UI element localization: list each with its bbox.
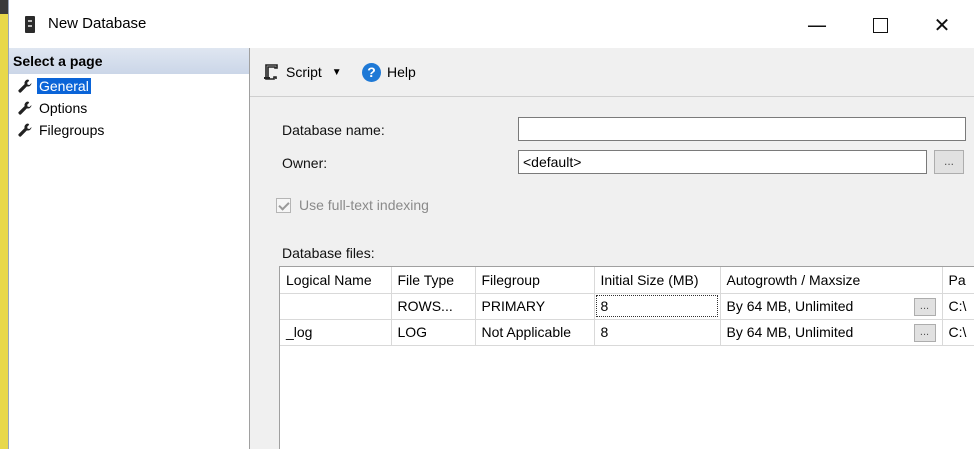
fulltext-indexing-option: Use full-text indexing <box>276 197 429 213</box>
autogrowth-cell[interactable]: By 64 MB, Unlimited... <box>720 293 943 320</box>
close-button[interactable]: ✕ <box>914 8 970 42</box>
initial-size-cell[interactable]: 8 <box>594 319 721 346</box>
help-button[interactable]: ? Help <box>362 60 416 84</box>
select-page-header: Select a page <box>9 48 249 74</box>
script-icon <box>264 64 278 80</box>
column-header-path[interactable]: Pa <box>942 267 974 294</box>
logical-name-cell[interactable] <box>280 293 392 320</box>
window-title: New Database <box>48 15 147 32</box>
select-page-pane: Select a page General Options Filegroups <box>9 48 250 449</box>
database-files-grid: Logical Name File Type Filegroup Initial… <box>279 266 974 449</box>
column-header-initial-size[interactable]: Initial Size (MB) <box>594 267 721 294</box>
fulltext-checkbox[interactable] <box>276 197 291 213</box>
database-files-table: Logical Name File Type Filegroup Initial… <box>280 267 974 346</box>
table-row[interactable]: _log LOG Not Applicable 8 By 64 MB, Unli… <box>280 319 974 346</box>
page-item-label: General <box>37 78 91 94</box>
wrench-icon <box>18 79 32 93</box>
column-header-logical-name[interactable]: Logical Name <box>280 267 392 294</box>
autogrowth-value: By 64 MB, Unlimited <box>726 324 854 340</box>
background-window-strip <box>0 0 8 449</box>
page-item-filegroups[interactable]: Filegroups <box>17 120 106 140</box>
maximize-button[interactable] <box>852 8 908 42</box>
new-database-dialog: New Database — ✕ Select a page General O… <box>8 0 974 449</box>
database-name-label: Database name: <box>282 122 385 138</box>
filegroup-cell[interactable]: Not Applicable <box>475 319 595 346</box>
owner-label: Owner: <box>282 155 328 171</box>
wrench-icon <box>18 101 32 115</box>
minimize-button[interactable]: — <box>789 8 845 42</box>
select-page-title: Select a page <box>13 53 103 69</box>
column-header-autogrowth[interactable]: Autogrowth / Maxsize <box>720 267 943 294</box>
owner-input[interactable]: <default> <box>518 150 927 174</box>
background-window-edge <box>0 0 8 14</box>
table-row[interactable]: ROWS... PRIMARY 8 By 64 MB, Unlimited...… <box>280 293 974 320</box>
script-label: Script <box>286 64 322 80</box>
column-header-file-type[interactable]: File Type <box>391 267 476 294</box>
file-type-cell[interactable]: ROWS... <box>391 293 476 320</box>
filegroup-cell[interactable]: PRIMARY <box>475 293 595 320</box>
database-files-label: Database files: <box>282 245 375 261</box>
page-item-label: Options <box>39 100 88 116</box>
initial-size-cell[interactable]: 8 <box>594 293 721 320</box>
general-page: Script ▼ ? Help Database name: Owner: <d… <box>250 48 974 449</box>
path-cell[interactable]: C:\ <box>942 319 974 346</box>
table-header-row: Logical Name File Type Filegroup Initial… <box>280 267 974 294</box>
autogrowth-browse-button[interactable]: ... <box>913 297 936 316</box>
page-item-options[interactable]: Options <box>17 98 89 118</box>
logical-name-cell[interactable]: _log <box>280 319 392 346</box>
file-type-cell[interactable]: LOG <box>391 319 476 346</box>
wrench-icon <box>18 123 32 137</box>
title-bar[interactable]: New Database — ✕ <box>9 0 974 48</box>
database-name-input[interactable] <box>518 117 966 141</box>
path-cell[interactable]: C:\ <box>942 293 974 320</box>
page-item-general[interactable]: General <box>17 76 91 96</box>
help-label: Help <box>387 64 416 80</box>
autogrowth-cell[interactable]: By 64 MB, Unlimited... <box>720 319 943 346</box>
dropdown-arrow-icon[interactable]: ▼ <box>332 67 342 78</box>
toolbar: Script ▼ ? Help <box>250 48 974 97</box>
column-header-filegroup[interactable]: Filegroup <box>475 267 595 294</box>
fulltext-label: Use full-text indexing <box>299 197 429 213</box>
help-icon: ? <box>362 62 381 82</box>
owner-browse-button[interactable]: ... <box>934 150 964 174</box>
autogrowth-value: By 64 MB, Unlimited <box>726 298 854 314</box>
page-item-label: Filegroups <box>39 122 105 138</box>
script-button[interactable]: Script ▼ <box>262 60 342 84</box>
autogrowth-browse-button[interactable]: ... <box>913 323 936 342</box>
maximize-icon <box>872 17 888 33</box>
database-icon <box>25 16 35 33</box>
